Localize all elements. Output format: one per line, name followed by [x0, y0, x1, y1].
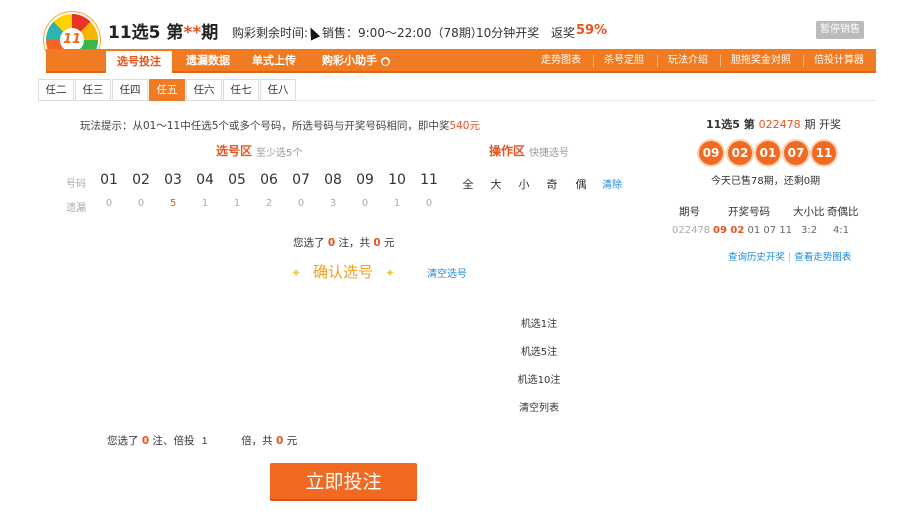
tab-any-three[interactable]: 任三 [75, 79, 111, 101]
missing-count: 0 [425, 198, 433, 209]
nav-missing-data[interactable]: 遗漏数据 [186, 49, 230, 73]
number-ball[interactable]: 04 [194, 172, 216, 188]
countdown-label: 购彩剩余时间: [232, 26, 309, 40]
select-area-sub: 至少选5个 [256, 148, 303, 159]
random-1-button[interactable]: 机选1注 [505, 315, 573, 330]
dropdown-icon: ● [381, 56, 390, 66]
number-ball[interactable]: 05 [226, 172, 248, 188]
number-ball[interactable]: 02 [130, 172, 152, 188]
draw-links: 查询历史开奖 | 查看走势图表 [728, 252, 852, 263]
number-ball[interactable]: 07 [290, 172, 312, 188]
bet-summary: 您选了 0 注、倍投 倍，共 0 元 [107, 433, 297, 449]
nav-rules[interactable]: 玩法介绍 [668, 49, 708, 73]
number-ball[interactable]: 10 [386, 172, 408, 188]
missing-count: 0 [137, 198, 145, 209]
rate-value: 59% [576, 23, 608, 38]
col-oddeven-header: 奇偶比 [827, 206, 859, 218]
tab-any-two[interactable]: 任二 [38, 79, 74, 101]
number-ball[interactable]: 06 [258, 172, 280, 188]
main-nav: 选号投注 遗漏数据 单式上传 购彩小助手 ● 走势图表 杀号定胆 玩法介绍 胆拖奖… [46, 49, 876, 73]
tab-any-four[interactable]: 任四 [112, 79, 148, 101]
sales-note: 今天已售78期，还剩0期 [711, 176, 821, 187]
number-ball[interactable]: 03 [162, 172, 184, 188]
tab-any-six[interactable]: 任六 [186, 79, 222, 101]
tab-any-five[interactable]: 任五 [149, 79, 185, 101]
random-10-button[interactable]: 机选10注 [505, 371, 573, 386]
number-row-label: 号码 [66, 179, 86, 190]
col-issue-header: 期号 [679, 206, 700, 218]
number-ball[interactable]: 01 [98, 172, 120, 188]
rate-label: 返奖 [551, 26, 576, 40]
draw-ball: 09 [699, 141, 723, 165]
row-numbers: 09 02 01 07 11 [713, 225, 793, 236]
number-ball[interactable]: 08 [322, 172, 344, 188]
nav-trend-chart[interactable]: 走势图表 [541, 49, 581, 73]
clear-select-link[interactable]: 清空选号 [427, 265, 467, 280]
missing-row-label: 遗漏 [66, 203, 86, 214]
missing-count: 3 [329, 198, 337, 209]
op-area-sub: 快捷选号 [529, 148, 569, 159]
sales-hours: 销售：9:00～22:00（78期） [322, 26, 483, 40]
missing-count: 5 [169, 198, 177, 209]
nav-prize-table[interactable]: 胆拖奖金对照 [731, 49, 791, 73]
quick-clear-link[interactable]: 清除 [600, 176, 624, 191]
quick-even-button[interactable]: 偶 [571, 176, 591, 192]
trend-link[interactable]: 查看走势图表 [794, 252, 851, 263]
missing-count: 0 [105, 198, 113, 209]
quick-big-button[interactable]: 大 [486, 176, 506, 192]
draw-ball: 01 [756, 141, 780, 165]
sparkle-icon: ✦ [385, 266, 396, 280]
row-issue: 022478 [672, 225, 711, 236]
page-title: 11选5 第**期 [108, 23, 219, 43]
number-ball[interactable]: 11 [418, 172, 440, 188]
bet-now-button[interactable]: 立即投注 [270, 463, 417, 501]
col-numbers-header: 开奖号码 [728, 206, 770, 218]
row-oddeven-ratio: 4:1 [833, 225, 850, 236]
nav-select-bet[interactable]: 选号投注 [106, 49, 172, 73]
col-size-header: 大小比 [793, 206, 825, 218]
missing-count: 1 [233, 198, 241, 209]
mouse-cursor-icon [305, 25, 321, 41]
missing-count: 0 [297, 198, 305, 209]
random-5-button[interactable]: 机选5注 [505, 343, 573, 358]
row-size-ratio: 3:2 [801, 225, 818, 236]
nav-multiplier-calc[interactable]: 倍投计算器 [814, 49, 864, 73]
quick-odd-button[interactable]: 奇 [542, 176, 562, 192]
play-type-tabs: 任二 任三 任四 任五 任六 任七 任八 [38, 79, 876, 101]
number-ball[interactable]: 09 [354, 172, 376, 188]
nav-single-upload[interactable]: 单式上传 [252, 49, 296, 73]
select-area-heading: 选号区 [216, 144, 253, 158]
tab-any-eight[interactable]: 任八 [260, 79, 296, 101]
clear-list-button[interactable]: 清空列表 [505, 399, 573, 414]
missing-count: 0 [361, 198, 369, 209]
quick-small-button[interactable]: 小 [514, 176, 534, 192]
play-tip: 玩法提示：从01～11中任选5个或多个号码，所选号码与开奖号码相同，即中奖540… [80, 120, 480, 132]
selection-summary: 您选了 0 注，共 0 元 [293, 237, 395, 249]
draw-ball: 02 [728, 141, 752, 165]
draw-ball: 07 [784, 141, 808, 165]
confirm-select-button[interactable]: 确认选号 [288, 260, 398, 284]
nav-helper[interactable]: 购彩小助手 ● [322, 49, 390, 73]
draw-interval: 10分钟开奖 [476, 26, 540, 40]
draw-title: 11选5 第 022478 期 开奖 [706, 118, 841, 131]
missing-count: 2 [265, 198, 273, 209]
missing-count: 1 [393, 198, 401, 209]
pause-sale-button[interactable]: 暂停销售 [816, 21, 864, 39]
history-link[interactable]: 查询历史开奖 [728, 252, 785, 263]
quick-all-button[interactable]: 全 [458, 176, 478, 192]
tab-any-seven[interactable]: 任七 [223, 79, 259, 101]
nav-kill-number[interactable]: 杀号定胆 [604, 49, 644, 73]
missing-count: 1 [201, 198, 209, 209]
multiple-input[interactable] [197, 434, 238, 449]
draw-ball: 11 [812, 141, 836, 165]
op-area-heading: 操作区 [489, 144, 526, 158]
